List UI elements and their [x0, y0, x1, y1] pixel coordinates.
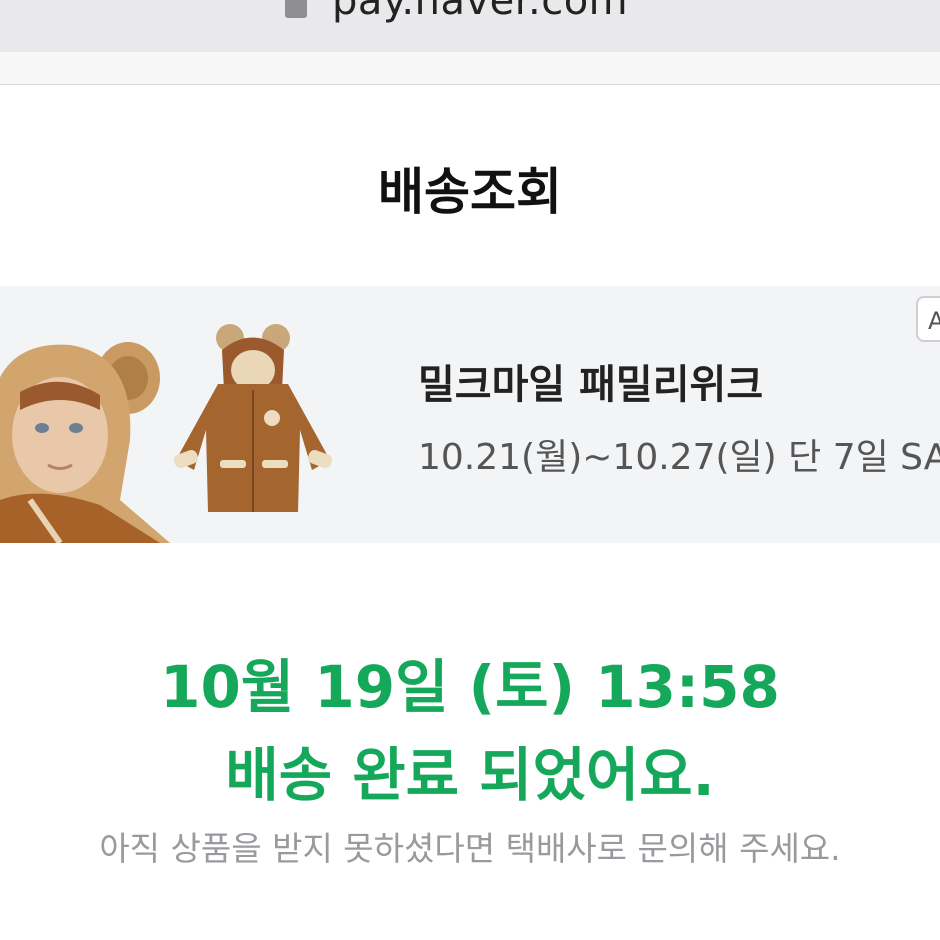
page-title: 배송조회 — [378, 163, 562, 221]
banner-title[interactable]: 밀크마일 패밀리위크 — [418, 352, 763, 410]
delivery-datetime: 10월 19일 (토) 13:58 — [160, 653, 780, 721]
contact-courier-notice: 아직 상품을 받지 못하셨다면 택배사로 문의해 주세요. — [99, 829, 841, 868]
ad-badge[interactable]: A — [916, 296, 940, 342]
delivery-status-message: 배송 완료 되었어요. — [225, 741, 715, 809]
browser-address-bar[interactable]: pay.naver.com — [0, 0, 940, 52]
banner-subtitle[interactable]: 10.21(월)~10.27(일) 단 7일 SA — [418, 428, 940, 480]
browser-toolbar-strip — [0, 52, 940, 85]
url-text[interactable]: pay.naver.com — [332, 0, 628, 24]
child-in-bear-hood-image — [0, 342, 170, 543]
lock-icon — [285, 0, 307, 18]
brown-coat-image — [174, 324, 332, 512]
